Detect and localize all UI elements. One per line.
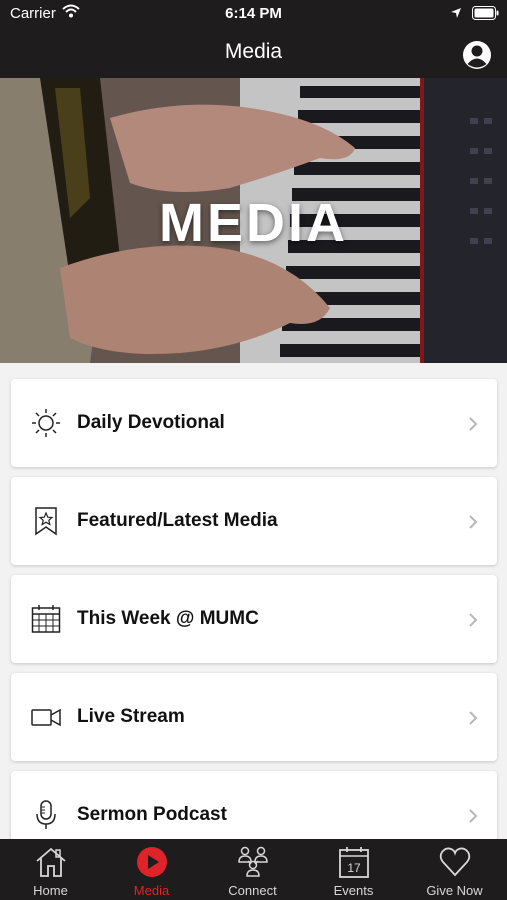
media-menu-list: Daily Devotional Featured/Latest Media T… [0,363,507,839]
sun-icon [32,409,60,437]
tab-events[interactable]: 17 Events [303,839,404,900]
calendar-day-number: 17 [347,861,361,875]
tab-connect[interactable]: Connect [202,839,303,900]
microphone-icon [36,800,56,829]
tab-label: Connect [228,883,277,898]
menu-item-label: Sermon Podcast [77,804,227,825]
page-title: Media [224,40,283,63]
navigation-bar: Media [0,28,507,78]
profile-icon[interactable] [462,40,492,70]
people-connect-icon [238,846,268,877]
hero-banner: MEDIA [0,78,507,363]
tab-media[interactable]: Media [101,839,202,900]
menu-item-label: This Week @ MUMC [77,608,259,629]
video-camera-icon [31,708,61,727]
calendar-grid-icon [31,605,61,633]
home-icon [36,847,66,877]
clock: 6:14 PM [225,5,282,22]
tab-label: Give Now [426,883,483,898]
menu-item-this-week-mumc[interactable]: This Week @ MUMC [11,575,497,663]
chevron-right-icon [469,711,478,725]
status-bar: Carrier 6:14 PM [0,0,507,28]
tab-bar: Home Media Connect 17 Events Give Now [0,839,507,900]
bookmark-star-icon [35,507,57,536]
location-arrow-icon [451,8,461,18]
heart-icon [439,847,471,877]
battery-icon [472,6,499,20]
menu-item-label: Live Stream [77,706,185,727]
tab-label: Media [133,883,170,898]
chevron-right-icon [469,515,478,529]
tab-label: Events [333,883,374,898]
chevron-right-icon [469,417,478,431]
tab-give-now[interactable]: Give Now [404,839,505,900]
tab-label: Home [33,883,68,898]
menu-item-daily-devotional[interactable]: Daily Devotional [11,379,497,467]
hero-title: MEDIA [159,193,348,253]
tab-home[interactable]: Home [0,839,101,900]
menu-item-label: Daily Devotional [77,412,225,433]
menu-item-live-stream[interactable]: Live Stream [11,673,497,761]
menu-item-featured-latest-media[interactable]: Featured/Latest Media [11,477,497,565]
menu-item-label: Featured/Latest Media [77,510,278,531]
menu-item-sermon-podcast[interactable]: Sermon Podcast [11,771,497,839]
play-circle-icon [137,847,167,877]
calendar-icon: 17 [339,847,369,878]
chevron-right-icon [469,809,478,823]
chevron-right-icon [469,613,478,627]
